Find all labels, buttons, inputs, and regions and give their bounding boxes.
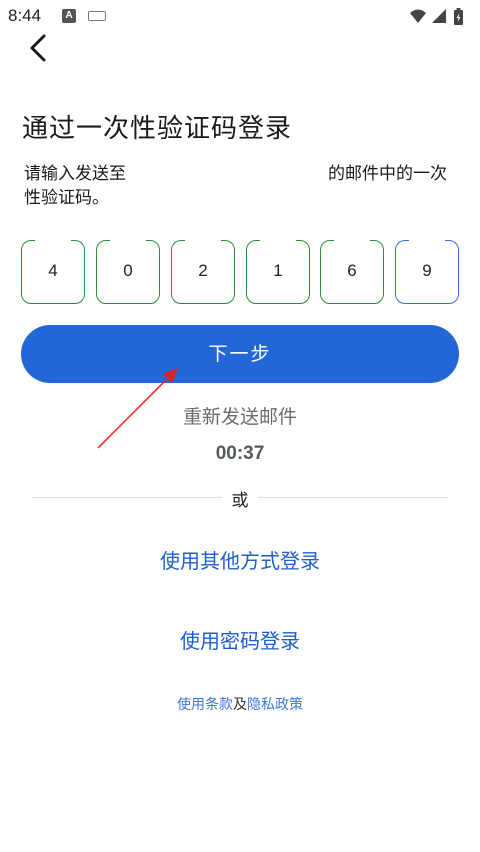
otp-border-gap — [35, 237, 71, 243]
otp-border-gap — [334, 237, 370, 243]
keyboard-icon — [88, 11, 106, 21]
description-text-start: 请输入发送至 — [24, 164, 126, 184]
back-button[interactable] — [24, 30, 54, 66]
otp-border-gap — [260, 237, 296, 243]
status-bar: 8:44 A — [0, 0, 480, 34]
signal-icon — [432, 9, 446, 23]
description-text-continued: 性验证码。 — [24, 188, 109, 208]
chevron-left-icon — [30, 34, 46, 62]
description-text-end: 的邮件中的一次 — [328, 164, 447, 184]
or-separator-text: 或 — [231, 491, 249, 511]
otp-digit-4[interactable]: 1 — [246, 240, 310, 304]
otp-border-gap — [185, 237, 221, 243]
otp-digit-2[interactable]: 0 — [96, 240, 160, 304]
otp-digit-1[interactable]: 4 — [21, 240, 85, 304]
battery-charging-icon — [454, 8, 463, 25]
app-notification-icon: A — [62, 9, 76, 23]
otp-digit-6[interactable]: 9 — [395, 240, 459, 304]
resend-email-link[interactable]: 重新发送邮件 — [0, 402, 480, 429]
next-step-button[interactable]: 下一步 — [21, 325, 459, 383]
terms-and-text: 及 — [233, 697, 247, 713]
terms-of-use-link[interactable]: 使用条款 — [177, 697, 233, 713]
status-right-icons — [410, 8, 463, 25]
countdown-timer: 00:37 — [215, 443, 265, 464]
otp-border-gap — [409, 237, 445, 243]
status-time: 8:44 — [8, 6, 42, 25]
page-title: 通过一次性验证码登录 — [22, 114, 293, 144]
terms-footer: 使用条款及隐私政策 — [0, 694, 480, 714]
otp-digit-5[interactable]: 6 — [320, 240, 384, 304]
other-login-methods-link[interactable]: 使用其他方式登录 — [0, 545, 480, 574]
wifi-icon — [410, 9, 426, 23]
otp-digit-3[interactable]: 2 — [171, 240, 235, 304]
otp-border-gap — [110, 237, 146, 243]
password-login-link[interactable]: 使用密码登录 — [0, 625, 480, 654]
otp-input-group: 4 0 2 1 6 9 — [21, 237, 461, 306]
privacy-policy-link[interactable]: 隐私政策 — [247, 697, 303, 713]
